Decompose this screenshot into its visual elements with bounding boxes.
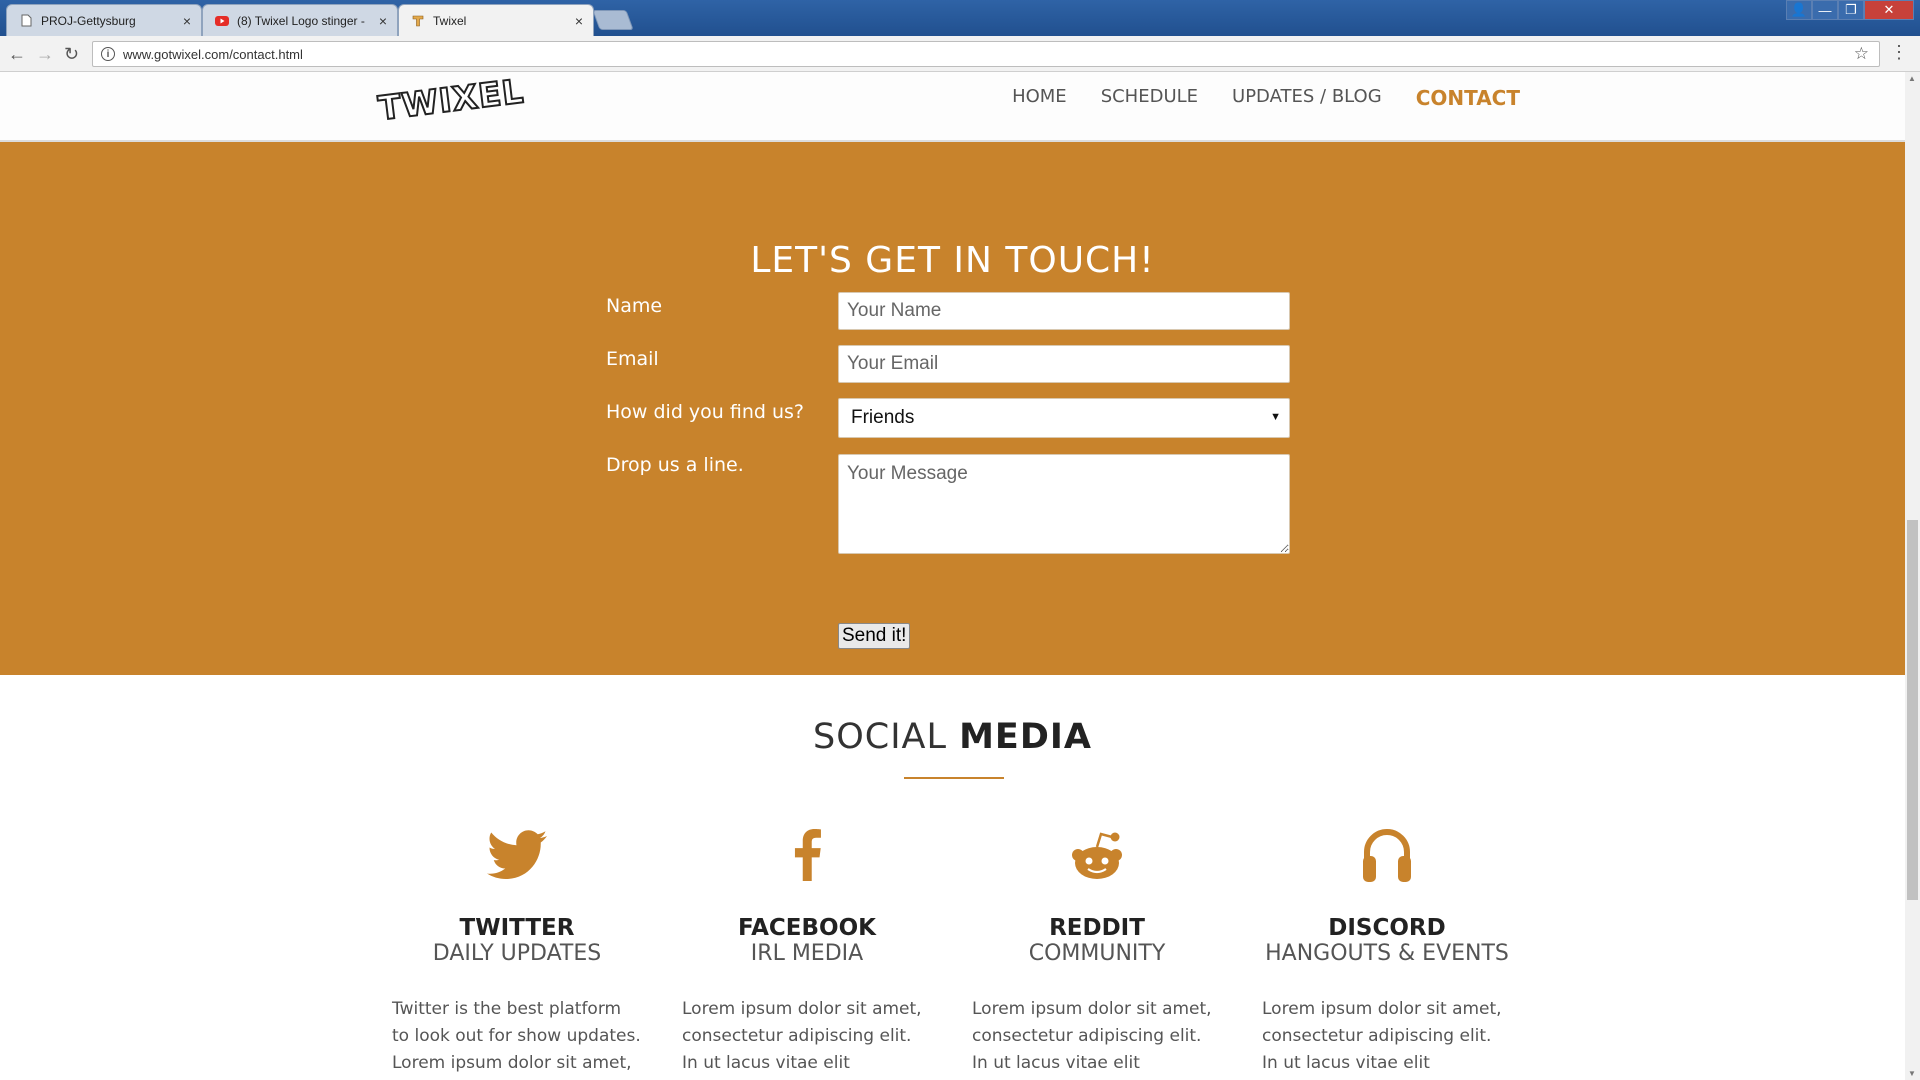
contact-section: LET'S GET IN TOUCH! Name Email How did y…: [0, 142, 1905, 675]
facebook-icon[interactable]: [792, 828, 822, 886]
nav-contact[interactable]: CONTACT: [1416, 86, 1520, 110]
profile-icon[interactable]: 👤: [1786, 0, 1812, 20]
column-title: REDDIT: [1049, 915, 1145, 941]
tab-title: Twixel: [433, 13, 467, 28]
twitter-icon[interactable]: [487, 829, 547, 885]
nav-updates-blog[interactable]: UPDATES / BLOG: [1232, 86, 1382, 110]
tab-close-icon[interactable]: ×: [379, 13, 387, 29]
social-media-section: SOCIAL MEDIA TWITTER DAILY UPDATES Twitt…: [0, 675, 1905, 1080]
send-button[interactable]: Send it!: [838, 623, 911, 649]
nav-schedule[interactable]: SCHEDULE: [1101, 86, 1198, 110]
column-title: DISCORD: [1328, 915, 1446, 941]
social-column-reddit: REDDIT COMMUNITY Lorem ipsum dolor sit a…: [972, 823, 1222, 1080]
column-subtitle: COMMUNITY: [1028, 941, 1166, 966]
main-nav: HOME SCHEDULE UPDATES / BLOG CONTACT: [1012, 86, 1520, 110]
scrollbar-thumb[interactable]: [1907, 520, 1918, 900]
column-title: TWITTER: [459, 915, 575, 941]
page-scrollbar[interactable]: ▲ ▼: [1905, 72, 1920, 1080]
browser-menu-icon[interactable]: ⋮: [1890, 42, 1908, 63]
twixel-logo[interactable]: TWIXEL: [375, 72, 527, 129]
social-column-twitter: TWITTER DAILY UPDATES Twitter is the bes…: [392, 823, 642, 1077]
find-us-label: How did you find us?: [606, 401, 805, 423]
contact-heading: LET'S GET IN TOUCH!: [750, 240, 1155, 281]
youtube-icon: [215, 14, 229, 28]
reload-icon[interactable]: ↻: [64, 44, 79, 65]
scroll-up-arrow-icon[interactable]: ▲: [1908, 74, 1916, 83]
reddit-icon[interactable]: [1068, 829, 1126, 886]
social-heading-bold: MEDIA: [959, 717, 1092, 757]
bookmark-star-icon[interactable]: ☆: [1854, 44, 1869, 64]
column-text: Lorem ipsum dolor sit amet, consectetur …: [682, 999, 922, 1073]
tab-title: (8) Twixel Logo stinger -: [237, 13, 365, 28]
social-column-facebook: FACEBOOK IRL MEDIA Lorem ipsum dolor sit…: [682, 823, 932, 1080]
browser-toolbar: ← → ↻ i www.gotwixel.com/contact.html ☆ …: [0, 36, 1920, 72]
back-arrow-icon[interactable]: ←: [8, 44, 26, 65]
tab-twixel[interactable]: Twixel ×: [398, 4, 594, 36]
site-header: TWIXEL HOME SCHEDULE UPDATES / BLOG CONT…: [0, 72, 1905, 142]
window-controls: 👤 — ❐ ✕: [1786, 0, 1914, 20]
message-textarea[interactable]: [838, 454, 1290, 554]
browser-title-bar: PROJ-Gettysburg × (8) Twixel Logo stinge…: [0, 0, 1920, 36]
url-text: www.gotwixel.com/contact.html: [123, 46, 303, 62]
new-tab-button[interactable]: [592, 10, 634, 30]
forward-arrow-icon[interactable]: →: [36, 44, 54, 65]
tab-close-icon[interactable]: ×: [183, 13, 191, 29]
name-input[interactable]: [838, 292, 1290, 330]
column-text: Lorem ipsum dolor sit amet, consectetur …: [972, 999, 1212, 1073]
nav-home[interactable]: HOME: [1012, 86, 1067, 110]
column-subtitle: DAILY UPDATES: [432, 941, 602, 966]
email-input[interactable]: [838, 345, 1290, 383]
scroll-down-arrow-icon[interactable]: ▼: [1908, 1069, 1916, 1078]
dropdown-caret-icon: ▼: [1270, 411, 1281, 423]
column-text: Lorem ipsum dolor sit amet, consectetur …: [1262, 999, 1502, 1073]
message-label: Drop us a line.: [606, 454, 744, 476]
twixel-favicon: [411, 14, 425, 28]
address-bar[interactable]: i www.gotwixel.com/contact.html ☆: [92, 41, 1880, 67]
column-subtitle: HANGOUTS & EVENTS: [1265, 941, 1509, 966]
social-heading: SOCIAL MEDIA: [0, 717, 1905, 757]
info-icon[interactable]: i: [101, 47, 115, 61]
web-page: TWIXEL HOME SCHEDULE UPDATES / BLOG CONT…: [0, 72, 1905, 1080]
tab-close-icon[interactable]: ×: [575, 13, 583, 29]
column-subtitle: IRL MEDIA: [750, 941, 864, 966]
minimize-button[interactable]: —: [1812, 0, 1838, 20]
name-label: Name: [606, 295, 663, 317]
find-us-select[interactable]: Friends ▼: [838, 398, 1290, 438]
email-label: Email: [606, 348, 659, 370]
social-heading-divider: [904, 777, 1004, 779]
close-window-button[interactable]: ✕: [1864, 0, 1914, 20]
social-heading-light: SOCIAL: [812, 717, 960, 757]
tab-twixel-logo-stinger[interactable]: (8) Twixel Logo stinger - ×: [202, 4, 398, 36]
find-us-selected-value: Friends: [851, 407, 915, 428]
column-title: FACEBOOK: [738, 915, 876, 941]
column-text: Twitter is the best platform to look out…: [392, 999, 641, 1073]
page-icon: [19, 14, 33, 28]
restore-button[interactable]: ❐: [1838, 0, 1864, 20]
headphones-icon[interactable]: [1361, 826, 1413, 889]
social-column-discord: DISCORD HANGOUTS & EVENTS Lorem ipsum do…: [1262, 823, 1512, 1080]
tab-proj-gettysburg[interactable]: PROJ-Gettysburg ×: [6, 4, 202, 36]
tab-title: PROJ-Gettysburg: [41, 13, 136, 28]
